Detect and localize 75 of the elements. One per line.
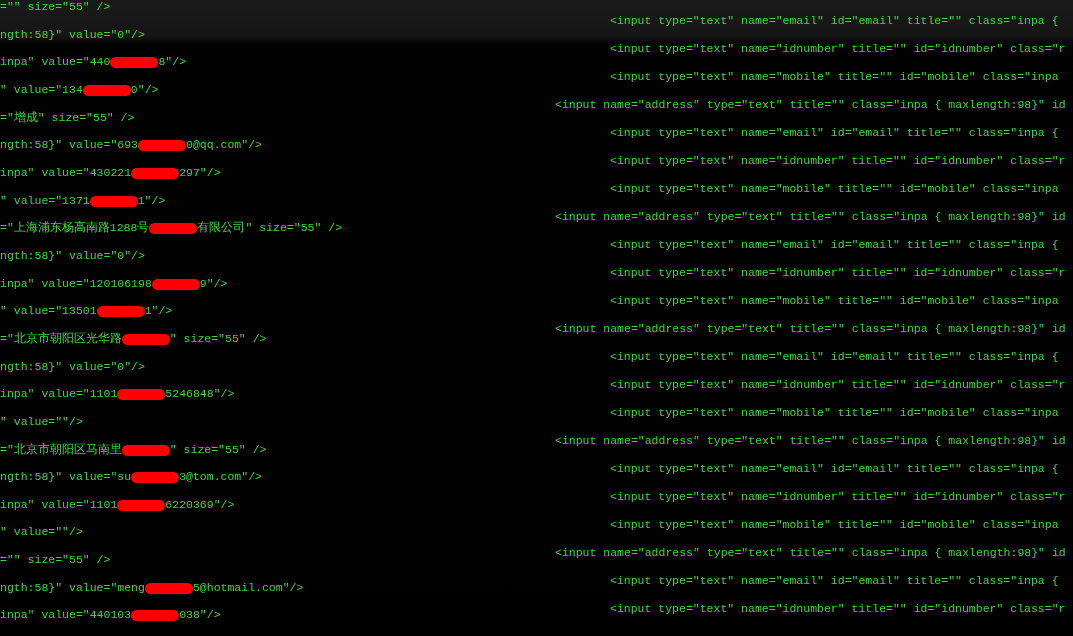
code-text: 0@qq.com"/>: [186, 138, 262, 153]
code-text: <input name="address" type="text" title="" class="inpa { maxlength:98}" id: [555, 546, 1066, 560]
code-text: 297"/>: [179, 165, 221, 180]
code-text: " value=""/>: [0, 525, 83, 540]
code-text: ngth:58}" value="0"/>: [0, 248, 145, 263]
code-text: <input type="text" name="idnumber" title="" id="idnumber" class="r: [610, 42, 1066, 56]
code-text: <input type="text" name="email" id="email" title="" class="inpa {: [610, 238, 1059, 252]
code-text: " size="55" />: [169, 442, 267, 457]
code-text: <input name="address" type="text" title="" class="inpa { maxlength:98}" id: [555, 434, 1066, 448]
code-text: <input type="text" name="idnumber" title="" id="idnumber" class="r: [610, 154, 1066, 168]
code-text: ="北京市朝阳区马南里: [0, 442, 122, 457]
code-text: ="" size="55" />: [0, 0, 111, 14]
redaction-mark: [149, 223, 198, 235]
code-text: ="增成" size="55" />: [0, 110, 135, 125]
redaction-mark: [96, 306, 145, 318]
redaction-mark: [131, 472, 180, 484]
code-text: <input type="text" name="mobile" title="" id="mobile" class="inpa: [610, 294, 1059, 308]
code-text: inpa" value="1101: [0, 497, 118, 512]
code-text: <input type="text" name="mobile" title="" id="mobile" class="inpa: [610, 406, 1059, 420]
code-text: 9"/>: [199, 276, 228, 291]
code-text: inpa" value="440103: [0, 608, 132, 623]
code-text: 5@hotmail.com"/>: [192, 580, 304, 595]
code-text: <input type="text" name="idnumber" title="" id="idnumber" class="r: [610, 378, 1066, 392]
redaction-mark: [144, 582, 193, 594]
redaction-mark: [82, 84, 131, 96]
code-text: " size="55" />: [169, 331, 267, 346]
redaction-mark: [117, 389, 166, 401]
code-text: <input type="text" name="idnumber" title="" id="idnumber" class="r: [610, 602, 1066, 616]
code-text: 0"/>: [130, 82, 159, 97]
redaction-mark: [131, 610, 180, 622]
code-text: ngth:58}" value="0"/>: [0, 27, 145, 42]
code-text: <input type="text" name="mobile" title="" id="mobile" class="inpa: [610, 70, 1059, 84]
code-text: ngth:58}" value="693: [0, 138, 139, 153]
code-text: 038"/>: [179, 608, 221, 623]
code-text: inpa" value="1101: [0, 387, 118, 402]
redaction-mark: [138, 140, 187, 152]
redaction-mark: [131, 167, 180, 179]
code-text: <input name="address" type="text" title="" class="inpa { maxlength:98}" id: [555, 98, 1066, 112]
code-text: <input type="text" name="mobile" title="" id="mobile" class="inpa: [610, 518, 1059, 532]
code-text: ngth:58}" value="0"/>: [0, 359, 145, 374]
redaction-mark: [117, 499, 166, 511]
code-text: <input type="text" name="email" id="email" title="" class="inpa {: [610, 126, 1059, 140]
code-text: inpa" value="430221: [0, 165, 132, 180]
code-text: 有限公司" size="55" />: [197, 221, 343, 236]
code-text: 1"/>: [144, 304, 173, 319]
code-text: <input name="address" type="text" title="" class="inpa { maxlength:98}" id: [555, 322, 1066, 336]
code-text: <input type="text" name="email" id="email" title="" class="inpa {: [610, 574, 1059, 588]
code-text: 3@tom.com"/>: [179, 470, 262, 485]
code-text: " value="13501: [0, 304, 97, 319]
code-text: <input type="text" name="email" id="email" title="" class="inpa {: [610, 462, 1059, 476]
code-text: <input type="text" name="mobile" title="" id="mobile" class="inpa: [610, 182, 1059, 196]
code-text: ="" size="55" />: [0, 553, 111, 568]
code-text: <input type="text" name="email" id="email" title="" class="inpa {: [610, 350, 1059, 364]
redaction-mark: [110, 57, 159, 69]
redaction-mark: [121, 333, 170, 345]
code-text: ngth:58}" value="meng: [0, 580, 145, 595]
redaction-mark: [121, 444, 170, 456]
code-text: <input type="text" name="idnumber" title="" id="idnumber" class="r: [610, 490, 1066, 504]
code-text: " value="134: [0, 82, 83, 97]
code-text: 6220369"/>: [165, 497, 235, 512]
code-text: 5246848"/>: [165, 387, 235, 402]
code-text: " value=""/>: [0, 414, 83, 429]
redaction-mark: [89, 195, 138, 207]
code-text: 8"/>: [158, 55, 187, 70]
code-text: 1"/>: [137, 193, 166, 208]
code-text: ="北京市朝阳区光华路: [0, 331, 122, 346]
code-text: ngth:58}" value="su: [0, 470, 132, 485]
code-text: inpa" value="440: [0, 55, 111, 70]
code-text: <input type="text" name="idnumber" title="" id="idnumber" class="r: [610, 266, 1066, 280]
code-text: inpa" value="120106198: [0, 276, 152, 291]
code-text: " value="1371: [0, 193, 90, 208]
code-text: <input type="text" name="email" id="email" title="" class="inpa {: [610, 14, 1059, 28]
code-text: ="上海浦东杨高南路1288号: [0, 221, 150, 236]
code-text: <input name="address" type="text" title="" class="inpa { maxlength:98}" id: [555, 210, 1066, 224]
redaction-mark: [151, 278, 200, 290]
